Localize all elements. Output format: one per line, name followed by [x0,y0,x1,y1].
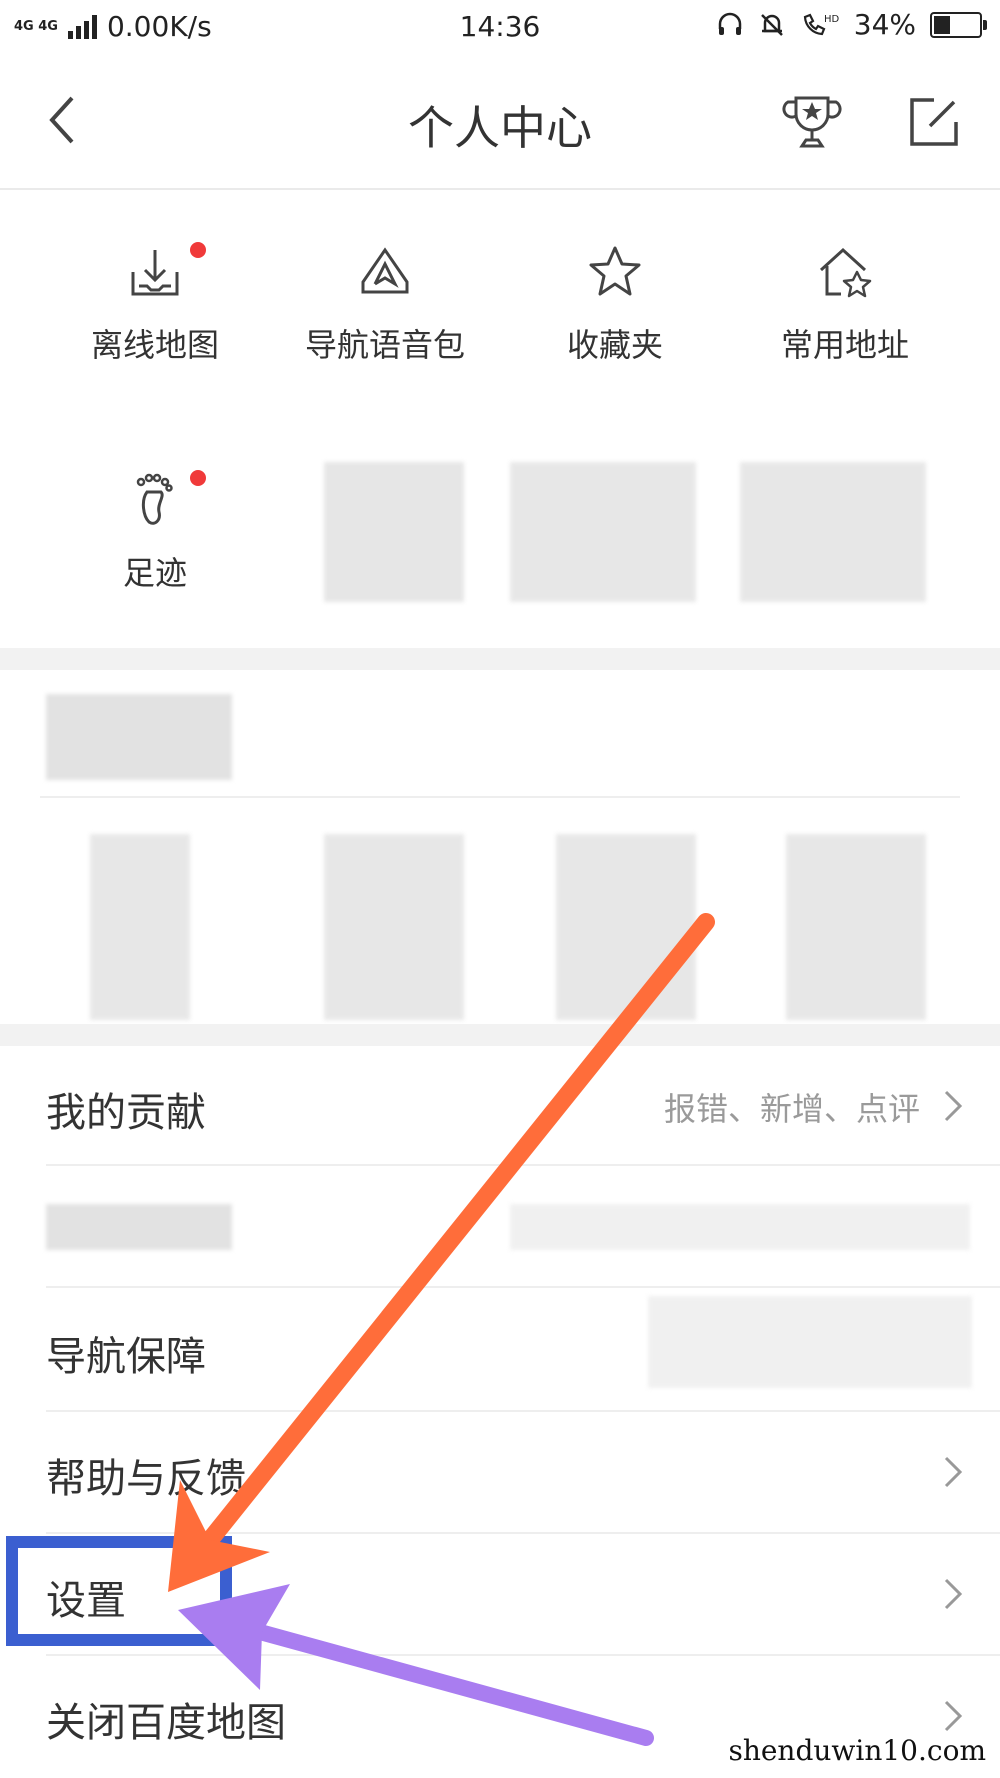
orange-arrow-shaft [201,913,715,1549]
watermark: shenduwin10.com [722,1732,992,1769]
purple-arrow-shaft [252,1624,654,1746]
annotation-arrows [168,913,715,1746]
